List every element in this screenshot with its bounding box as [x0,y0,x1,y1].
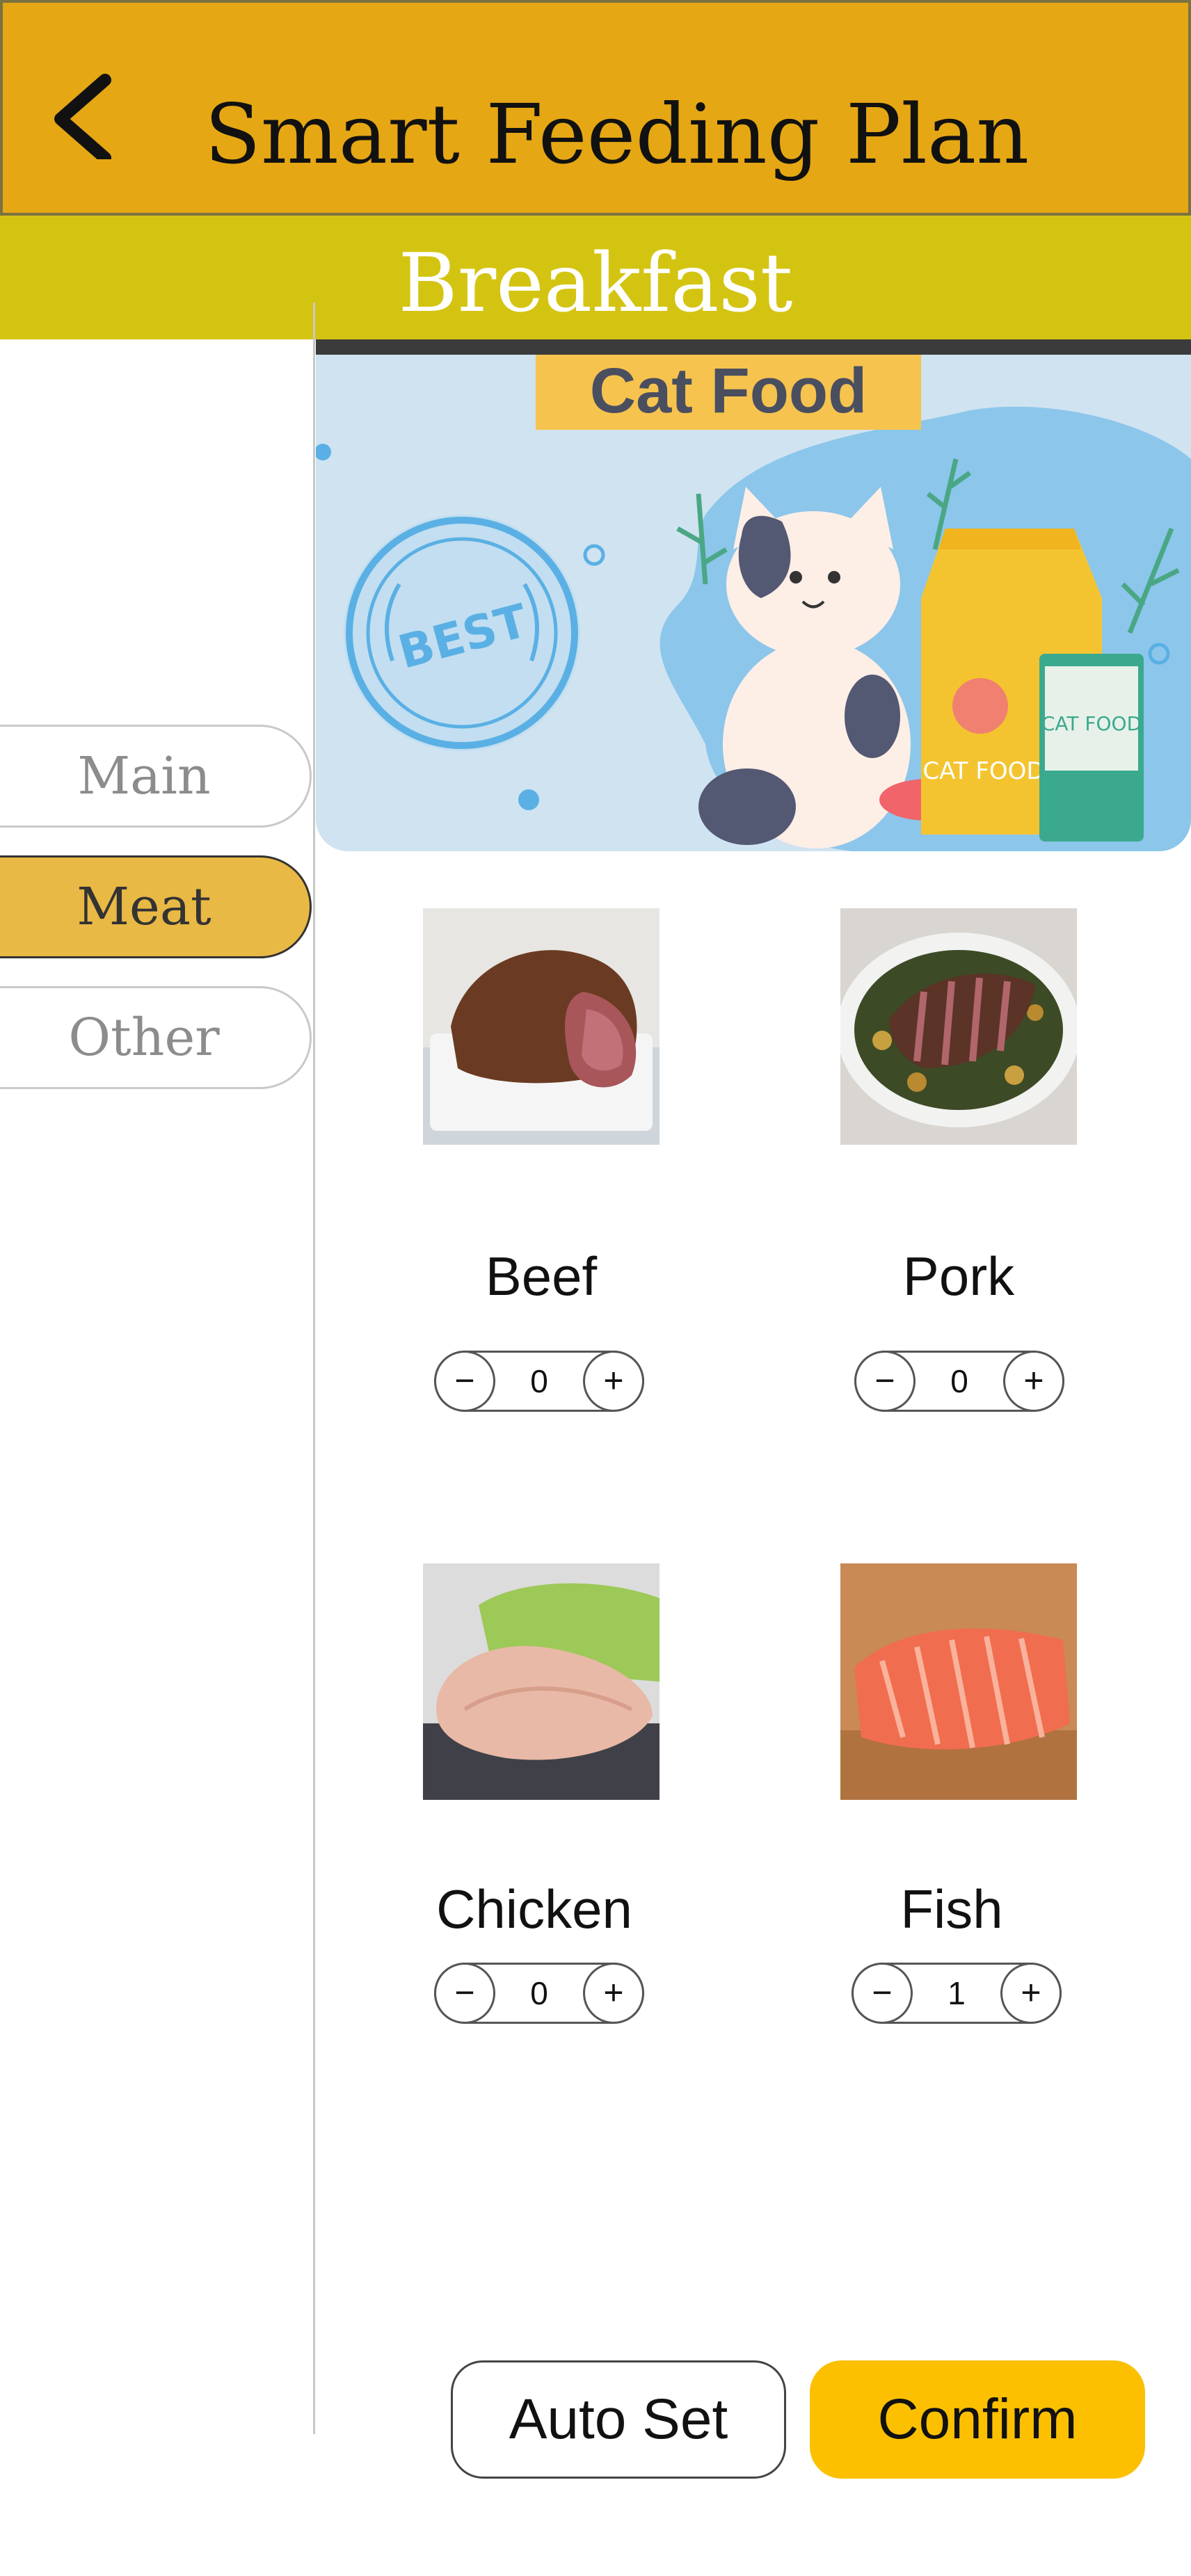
pork-quantity: 0 [950,1363,968,1399]
pork-label: Pork [902,1246,1015,1307]
chicken-quantity: 0 [530,1975,548,2011]
pork-increment-button[interactable]: + [1003,1351,1064,1412]
chicken-decrement-button[interactable]: − [434,1963,495,2024]
fish-decrement-button[interactable]: − [852,1963,913,2024]
pork-decrement-button[interactable]: − [854,1351,916,1412]
beef-photo [423,908,660,1145]
auto-set-button[interactable]: Auto Set [451,2360,786,2479]
category-meat-button[interactable]: Meat [0,855,312,958]
chicken-photo [423,1563,660,1800]
confirm-button[interactable]: Confirm [810,2360,1145,2479]
fish-photo [840,1563,1077,1800]
fish-quantity-stepper: − 1 + [852,1963,1062,2024]
cat-food-banner: BEST CAT FOOD CAT FOOD Cat Food [316,339,1191,851]
chicken-quantity-stepper: − 0 + [434,1963,644,2024]
sidebar-divider [313,303,315,2434]
svg-text:CAT FOOD: CAT FOOD [922,757,1044,785]
category-main-button[interactable]: Main [0,725,312,828]
best-stamp-icon: BEST [344,515,580,751]
app-header: Smart Feeding Plan [0,0,1191,216]
chicken-increment-button[interactable]: + [583,1963,644,2024]
beef-quantity-stepper: − 0 + [434,1351,644,1412]
fish-label: Fish [900,1878,1003,1940]
banner-title: Cat Food [536,355,921,430]
pork-photo [840,908,1077,1145]
svg-text:CAT FOOD: CAT FOOD [1041,712,1142,735]
fish-quantity: 1 [948,1975,966,2011]
chicken-label: Chicken [436,1878,632,1940]
page-title: Smart Feeding Plan [205,86,1030,182]
meal-label: Breakfast [398,236,793,330]
food-box-icon: CAT FOOD [1039,654,1144,842]
beef-increment-button[interactable]: + [583,1351,644,1412]
beef-quantity: 0 [530,1363,548,1399]
back-arrow-icon[interactable] [41,69,131,159]
beef-label: Beef [485,1246,598,1307]
category-other-button[interactable]: Other [0,986,312,1089]
fish-increment-button[interactable]: + [1000,1963,1062,2024]
meal-banner: Breakfast [0,216,1191,339]
beef-decrement-button[interactable]: − [434,1351,495,1412]
pork-quantity-stepper: − 0 + [854,1351,1064,1412]
